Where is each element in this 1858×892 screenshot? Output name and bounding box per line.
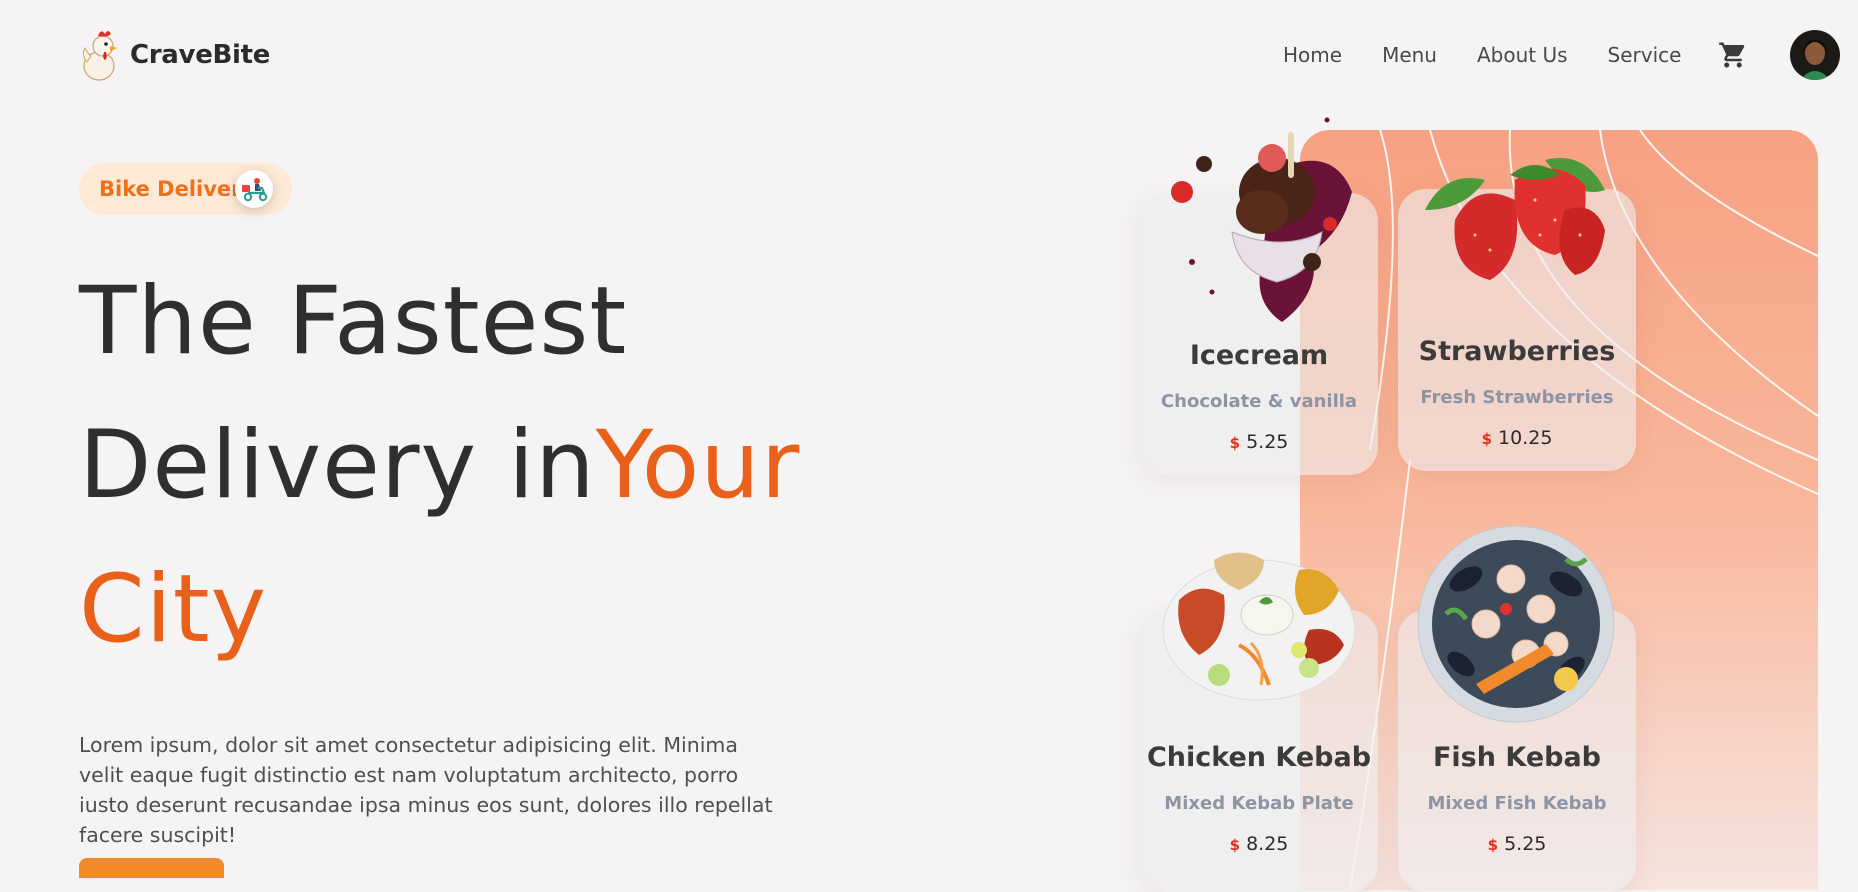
- nav-menu[interactable]: Menu: [1382, 40, 1437, 70]
- currency-symbol: $: [1229, 434, 1241, 452]
- headline-accent: Your: [595, 411, 801, 520]
- brand-name: CraveBite: [130, 40, 271, 70]
- price-value: 5.25: [1504, 833, 1547, 855]
- currency-symbol: $: [1229, 836, 1241, 854]
- strawberries-image: [1425, 158, 1605, 280]
- card-price: $5.25: [1140, 431, 1378, 453]
- price-value: 10.25: [1498, 427, 1553, 449]
- main-nav: Home Menu About Us Service: [1283, 40, 1681, 70]
- currency-symbol: $: [1481, 430, 1493, 448]
- card-price: $5.25: [1398, 833, 1636, 855]
- brand-logo[interactable]: CraveBite: [79, 28, 270, 82]
- badge-label: Bike Delivery: [99, 177, 256, 201]
- chicken-mascot-icon: [82, 31, 117, 81]
- fish-kebab-image: [1417, 525, 1615, 723]
- scooter-delivery-icon: [235, 170, 273, 208]
- card-title: Chicken Kebab: [1146, 742, 1372, 773]
- price-value: 8.25: [1246, 833, 1289, 855]
- user-avatar[interactable]: [1790, 30, 1840, 80]
- chicken-kebab-image: [1162, 552, 1356, 701]
- card-subtitle: Mixed Fish Kebab: [1427, 793, 1607, 814]
- hero-headline: The Fastest Delivery inYour City: [79, 250, 800, 682]
- hero-description: Lorem ipsum, dolor sit amet consectetur …: [79, 732, 773, 847]
- headline-line-3: City: [79, 555, 268, 664]
- headline-line-1: The Fastest: [79, 267, 628, 376]
- headline-line-2: Delivery inYour: [79, 394, 800, 538]
- nav-service[interactable]: Service: [1608, 40, 1682, 70]
- avatar-image: [1790, 30, 1840, 80]
- nav-home[interactable]: Home: [1283, 40, 1342, 70]
- card-price: $8.25: [1140, 833, 1378, 855]
- card-subtitle: Mixed Kebab Plate: [1164, 793, 1354, 814]
- nav-about-us[interactable]: About Us: [1477, 40, 1568, 70]
- headline-plain: Delivery in: [79, 411, 596, 520]
- bike-delivery-badge: Bike Delivery: [79, 163, 292, 215]
- card-title: Strawberries: [1418, 336, 1616, 367]
- currency-symbol: $: [1487, 836, 1499, 854]
- order-now-button[interactable]: [79, 858, 224, 878]
- card-price: $10.25: [1398, 427, 1636, 449]
- card-title: Icecream: [1189, 340, 1329, 371]
- card-subtitle: Fresh Strawberries: [1420, 387, 1614, 408]
- price-value: 5.25: [1246, 431, 1289, 453]
- card-subtitle: Chocolate & vanilla: [1160, 391, 1358, 412]
- site-header: CraveBite Home Menu About Us Service: [0, 0, 1858, 110]
- card-title: Fish Kebab: [1432, 742, 1602, 773]
- icecream-image: [1171, 117, 1352, 322]
- cart-icon[interactable]: [1718, 40, 1748, 70]
